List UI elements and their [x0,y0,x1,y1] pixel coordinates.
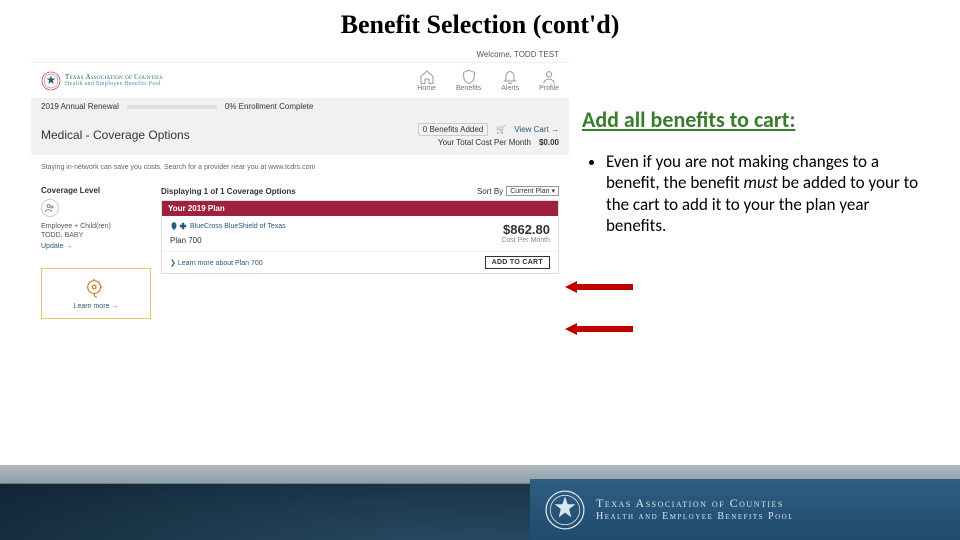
nav-benefits[interactable]: Benefits [456,69,481,92]
cart-icon: 🛒 [496,125,506,134]
nav-home[interactable]: Home [417,69,436,92]
sortby-select[interactable]: Current Plan▾ [506,186,559,196]
app-header: Texas Association of Counties Health and… [31,63,569,98]
app-screenshot: Welcome, TODD TEST Texas Association of … [30,46,570,326]
page-title: Medical - Coverage Options [41,128,190,142]
provider-row: BlueCross BlueShield of Texas [170,222,286,230]
top-nav: Home Benefits Alerts Profile [417,69,559,92]
progress-pct: 0% Enrollment Complete [225,102,313,111]
slide-title: Benefit Selection (cont'd) [0,0,960,46]
sort-by: Sort By Current Plan▾ [477,186,559,196]
displaying-row: Displaying 1 of 1 Coverage Options Sort … [161,186,559,196]
progress-label: 2019 Annual Renewal [41,102,119,111]
nav-alerts-label: Alerts [501,85,519,92]
summary-row: Medical - Coverage Options 0 Benefits Ad… [31,115,569,155]
view-cart-link[interactable]: View Cart → [514,125,559,134]
arrow-price [565,281,633,289]
plan-name: Plan 700 [170,236,286,245]
summary-right: 0 Benefits Added 🛒 View Cart → Your Tota… [418,123,559,147]
bell-icon [502,69,518,85]
welcome-bar: Welcome, TODD TEST [31,47,569,63]
progress-bar [127,105,217,109]
instructions-list: Even if you are not making changes to a … [582,151,930,236]
nav-benefits-label: Benefits [456,85,481,92]
org-logo: Texas Association of Counties Health and… [41,71,163,91]
org-name-1: Texas Association of Counties [65,74,163,81]
add-to-cart-button[interactable]: ADD TO CART [485,256,550,269]
slide-footer: Texas Association of Counties Health and… [0,465,960,540]
people-icon [41,199,59,217]
coverage-level-hdr: Coverage Level [41,186,151,195]
texas-seal-icon [41,71,61,91]
network-desc: Staying in-network can save you costs. S… [31,155,569,180]
nav-profile-label: Profile [539,85,559,92]
footer-org-1: Texas Association of Counties [596,496,794,511]
footer-org-2: Health and Employee Benefits Pool [596,511,794,524]
profile-icon [541,69,557,85]
benefits-added-count: 0 [423,125,427,134]
total-cost-value: $0.00 [539,138,559,147]
chevron-down-icon: ▾ [551,187,555,195]
shield-icon [461,69,477,85]
plan-card: Your 2019 Plan BlueCross BlueShield of T… [161,200,559,274]
update-link[interactable]: Update → [41,243,151,250]
plan-body: BlueCross BlueShield of Texas Plan 700 $… [162,216,558,251]
sidebar: Coverage Level Employee + Child(ren) TOD… [41,186,151,319]
instructions: Add all benefits to cart: Even if you ar… [582,46,930,326]
nav-alerts[interactable]: Alerts [501,69,519,92]
plan-footer: ❯ Learn more about Plan 700 ADD TO CART [162,251,558,273]
plan-learn-more[interactable]: ❯ Learn more about Plan 700 [170,259,263,267]
main-area: Coverage Level Employee + Child(ren) TOD… [31,180,569,325]
progress-row: 2019 Annual Renewal 0% Enrollment Comple… [31,98,569,115]
nav-home-label: Home [417,85,436,92]
benefits-added-label: Benefits Added [429,125,483,134]
org-name-2: Health and Employee Benefits Pool [65,81,163,87]
sortby-label: Sort By [477,187,503,196]
footer-org-text: Texas Association of Counties Health and… [596,496,794,524]
plan-price-label: Cost Per Month [501,237,550,244]
coverage-value: Employee + Child(ren) [41,223,151,230]
plan-header: Your 2019 Plan [162,201,558,216]
home-icon [419,69,435,85]
arrow-addcart [565,323,633,331]
bcbs-icon [170,222,187,230]
plan-price: $862.80 [501,222,550,237]
footer-brand: Texas Association of Counties Health and… [530,479,960,540]
plan-column: Displaying 1 of 1 Coverage Options Sort … [161,186,559,319]
life-event-box: Learn more → [41,268,151,319]
provider-name: BlueCross BlueShield of Texas [190,223,286,230]
head-gear-icon [85,277,107,299]
nav-profile[interactable]: Profile [539,69,559,92]
footer-seal-icon [544,489,586,531]
content-row: Welcome, TODD TEST Texas Association of … [0,46,960,326]
instructions-bullet: Even if you are not making changes to a … [606,151,930,236]
life-learn-more[interactable]: Learn more → [74,303,119,310]
org-logo-text: Texas Association of Counties Health and… [65,74,163,87]
total-cost-label: Your Total Cost Per Month [438,138,531,147]
displaying-text: Displaying 1 of 1 Coverage Options [161,187,296,196]
instructions-heading: Add all benefits to cart: [582,106,930,133]
covered-name: TODD, BABY [41,232,151,239]
